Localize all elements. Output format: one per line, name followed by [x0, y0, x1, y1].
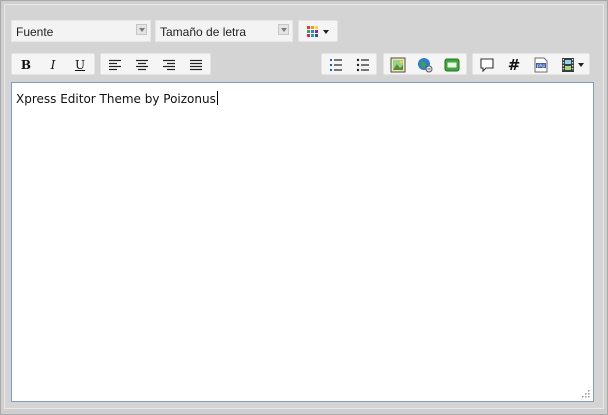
underline-button[interactable]: U	[69, 55, 91, 74]
film-icon	[562, 57, 584, 72]
color-grid-icon	[307, 25, 329, 37]
align-justify-button[interactable]	[185, 55, 207, 74]
alignment-group	[100, 53, 211, 75]
quote-button[interactable]	[476, 55, 498, 74]
font-family-select[interactable]: Fuente	[11, 20, 151, 42]
bold-icon: B	[20, 57, 32, 72]
hashtag-button[interactable]: #	[503, 55, 525, 74]
chevron-down-icon[interactable]	[278, 24, 289, 35]
align-right-button[interactable]	[158, 55, 180, 74]
media-button[interactable]	[559, 55, 587, 74]
bold-button[interactable]: B	[15, 55, 37, 74]
php-icon-label: php	[537, 63, 546, 69]
align-left-icon	[109, 59, 121, 70]
align-justify-icon	[190, 59, 202, 70]
smiley-icon	[444, 58, 460, 71]
editor-text-content: Xpress Editor Theme by Poizonus	[16, 92, 216, 106]
insert-smiley-button[interactable]	[441, 55, 463, 74]
resize-grip-icon[interactable]	[580, 388, 590, 398]
globe-link-icon	[418, 57, 433, 72]
list-group	[321, 53, 377, 75]
toolbar-row-fonts: Fuente Tamaño de letra	[5, 20, 603, 44]
hashtag-icon: #	[507, 55, 521, 74]
insert-link-button[interactable]	[414, 55, 436, 74]
align-left-button[interactable]	[104, 55, 126, 74]
insert-image-button[interactable]	[387, 55, 409, 74]
font-size-select-label: Tamaño de letra	[160, 25, 247, 39]
chevron-down-icon[interactable]	[136, 24, 147, 35]
insert-group	[383, 53, 467, 75]
php-icon: php	[534, 57, 548, 72]
toolbar-row-formatting: B I U # php	[5, 53, 603, 79]
font-color-button[interactable]	[303, 22, 335, 41]
italic-button[interactable]: I	[42, 55, 64, 74]
image-icon	[390, 57, 406, 72]
unordered-list-icon	[356, 58, 369, 71]
text-caret	[216, 91, 218, 105]
align-center-button[interactable]	[131, 55, 153, 74]
editor-text[interactable]: Xpress Editor Theme by Poizonus	[16, 91, 218, 106]
italic-icon: I	[50, 57, 56, 72]
editor-content-area[interactable]: Xpress Editor Theme by Poizonus	[11, 82, 594, 402]
ordered-list-button[interactable]	[325, 55, 347, 74]
align-right-icon	[163, 59, 175, 70]
unordered-list-button[interactable]	[352, 55, 374, 74]
extra-group: # php	[472, 53, 590, 75]
font-family-select-label: Fuente	[16, 25, 54, 39]
underline-icon: U	[74, 57, 86, 72]
php-code-button[interactable]: php	[530, 55, 552, 74]
font-size-select[interactable]: Tamaño de letra	[155, 20, 293, 42]
editor-window-frame: Fuente Tamaño de letra B I U # php Xpres…	[0, 0, 608, 415]
editor-panel: Fuente Tamaño de letra B I U # php Xpres…	[4, 4, 604, 409]
text-style-group: B I U	[11, 53, 95, 75]
align-center-icon	[136, 59, 148, 70]
ordered-list-icon	[330, 58, 342, 71]
speech-bubble-icon	[480, 57, 494, 72]
font-color-picker[interactable]	[298, 20, 338, 42]
